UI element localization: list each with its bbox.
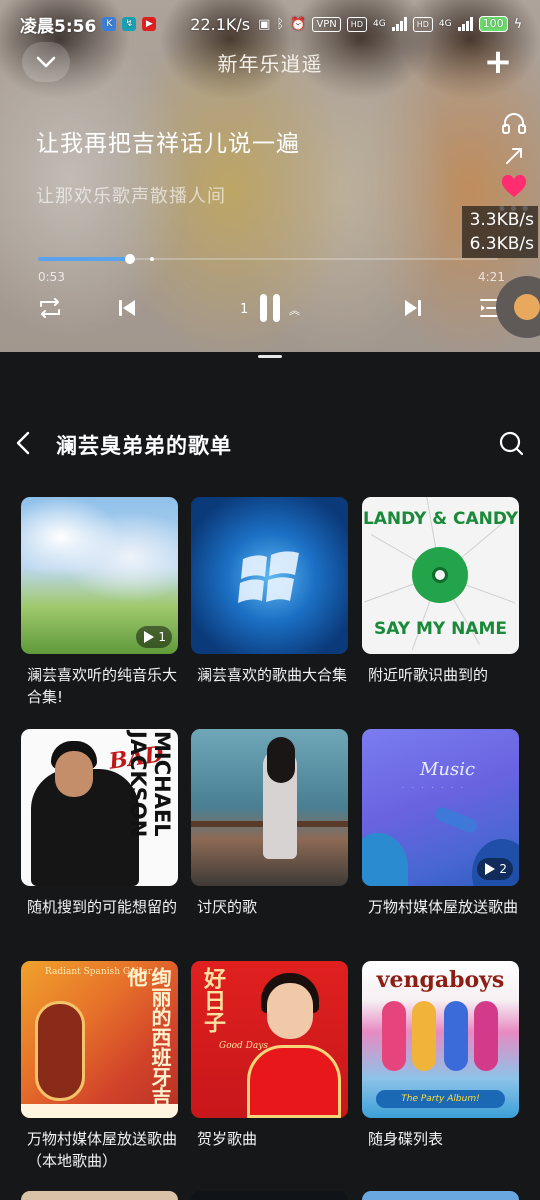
back-button[interactable] <box>10 426 36 460</box>
app-notification-icon: K <box>102 17 117 31</box>
album-portrait-art: BAD MICHAEL JACKSON <box>21 729 178 886</box>
playlist-card[interactable]: 好日子 Good Days 贺岁歌曲 <box>191 961 348 1150</box>
heart-icon[interactable] <box>500 174 528 200</box>
cartoon-band-art: vengaboys The Party Album! <box>362 961 519 1118</box>
play-icon <box>144 631 155 643</box>
progress-bar[interactable] <box>38 254 498 264</box>
guitar-art: Radiant Spanish Guitar 绚丽的西班牙吉他 <box>21 961 178 1118</box>
hd-icon: HD <box>412 16 433 32</box>
playlist-card-title: 贺岁歌曲 <box>197 1130 258 1148</box>
repeat-icon <box>40 298 60 318</box>
signal-icon <box>457 17 473 31</box>
page-title: 澜芸臭弟弟的歌单 <box>56 434 232 458</box>
search-icon <box>499 431 524 456</box>
chevron-up-icon: ︽ <box>289 304 300 317</box>
singer-portrait-art: 好日子 Good Days <box>191 961 348 1118</box>
playlist-card-cover-partial[interactable] <box>362 1191 519 1200</box>
video-app-icon: ▶ <box>142 17 157 31</box>
playlist-card[interactable]: vengaboys The Party Album! 随身碟列表 <box>362 961 519 1150</box>
playlist-card-title: 随身碟列表 <box>368 1130 444 1148</box>
playlist-card[interactable]: 澜芸喜欢的歌曲大合集 <box>191 497 348 686</box>
track-count-badge: 2 <box>477 858 513 880</box>
playlist-card-title: 随机搜到的可能想留的 <box>27 898 178 916</box>
repeat-button[interactable] <box>36 290 64 326</box>
girl-by-window-art <box>191 729 348 886</box>
alarm-icon: ⏰ <box>290 16 307 32</box>
side-actions: ••• <box>497 110 530 219</box>
playlist-header: 澜芸臭弟弟的歌单 <box>0 420 540 470</box>
search-button[interactable] <box>496 428 526 458</box>
playlist-card[interactable]: LANDY & CANDY SAY MY NAME 附近听歌识曲到的 <box>362 497 519 686</box>
chevron-left-icon <box>16 431 30 455</box>
status-time: 凌晨5:56 <box>20 16 97 37</box>
music-illustration-art: Music · · · · · · · 2 <box>362 729 519 886</box>
net-down-speed: 6.3KB/s <box>469 234 534 254</box>
sky-meadow-art: 1 <box>21 497 178 654</box>
playlist-card-cover-partial[interactable] <box>21 1191 178 1200</box>
play-icon <box>485 863 496 875</box>
queue-position: 1 <box>240 302 249 317</box>
playback-controls <box>0 290 540 330</box>
playlist-card[interactable]: Radiant Spanish Guitar 绚丽的西班牙吉他 万物村媒体屋放送… <box>21 961 178 1172</box>
vinyl-record-art: LANDY & CANDY SAY MY NAME <box>362 497 519 654</box>
lyric-next-line[interactable]: 让那欢乐歌声散播人间 <box>36 182 226 208</box>
windows-logo-art <box>191 497 348 654</box>
playlist-card[interactable]: 讨厌的歌 <box>191 729 348 918</box>
skip-previous-icon <box>119 300 135 316</box>
nfc-icon: ▣ <box>258 16 271 32</box>
status-net-speed: 22.1K/s <box>190 14 251 34</box>
playlist-card[interactable]: Music · · · · · · · 2 万物村媒体屋放送歌曲 <box>362 729 519 918</box>
share-icon[interactable] <box>500 142 528 168</box>
pause-icon <box>260 294 280 322</box>
playlist-card[interactable]: BAD MICHAEL JACKSON 随机搜到的可能想留的 <box>21 729 178 918</box>
net-speed-overlay: 3.3KB/s 6.3KB/s <box>462 206 538 258</box>
add-button[interactable]: + <box>478 42 518 82</box>
net-up-speed: 3.3KB/s <box>469 210 534 230</box>
battery-icon: 100 <box>478 16 508 32</box>
playlist-card-title: 万物村媒体屋放送歌曲 <box>368 898 519 916</box>
network-type: 4G <box>438 19 452 29</box>
headphones-icon[interactable] <box>500 110 528 136</box>
playlist-card[interactable]: 1 澜芸喜欢听的纯音乐大合集! <box>21 497 178 708</box>
previous-button[interactable] <box>114 290 140 326</box>
drag-handle[interactable] <box>258 355 282 358</box>
next-button[interactable] <box>400 290 426 326</box>
app-notification-icon: ↯ <box>122 17 137 31</box>
now-playing-panel: 凌晨5:56 K ↯ ▶ 22.1K/s ▣ ᛒ ⏰ VPN HD 4G HD … <box>0 0 540 352</box>
progress-knob[interactable] <box>125 254 135 264</box>
track-count-badge: 1 <box>136 626 172 648</box>
current-time: 0:53 <box>38 270 65 284</box>
charging-icon: ϟ <box>513 16 523 32</box>
pause-button[interactable] <box>252 290 288 326</box>
playlist-card-cover-partial[interactable] <box>191 1191 348 1200</box>
song-title: 新年乐逍遥 <box>217 52 323 76</box>
vpn-icon: VPN <box>312 16 341 32</box>
bluetooth-icon: ᛒ <box>276 16 285 32</box>
hd-icon: HD <box>346 16 367 32</box>
playlist-card-title: 万物村媒体屋放送歌曲（本地歌曲） <box>27 1130 178 1170</box>
status-bar: 凌晨5:56 K ↯ ▶ 22.1K/s ▣ ᛒ ⏰ VPN HD 4G HD … <box>20 10 526 38</box>
playlist-card-title: 附近听歌识曲到的 <box>368 666 489 684</box>
playlist-card-title: 讨厌的歌 <box>197 898 258 916</box>
total-time: 4:21 <box>478 270 505 284</box>
playlist-card-title: 澜芸喜欢的歌曲大合集 <box>197 666 348 684</box>
playlist-card-title: 澜芸喜欢听的纯音乐大合集! <box>27 666 178 706</box>
lyric-current-line[interactable]: 让我再把吉祥话儿说一遍 <box>36 124 300 158</box>
skip-next-icon <box>405 300 421 316</box>
signal-icon <box>391 17 407 31</box>
network-type: 4G <box>372 19 386 29</box>
